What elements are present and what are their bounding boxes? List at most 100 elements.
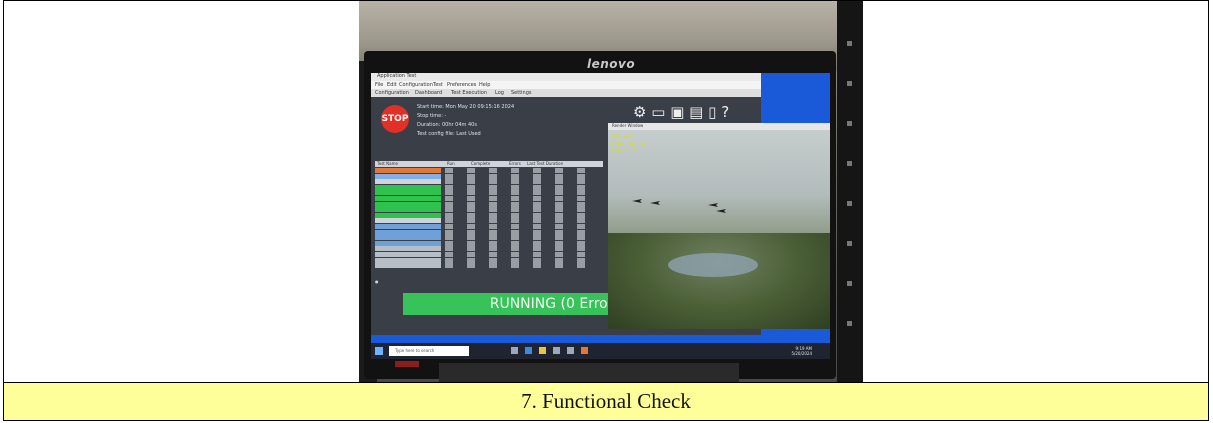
sim-window: Render Window FPS: 60.0 Frame: 16.7 ms O… <box>608 123 830 329</box>
menu-help[interactable]: Help <box>479 82 490 88</box>
rack-right <box>837 1 863 382</box>
row-values <box>445 207 595 213</box>
monitor-icon[interactable]: ▭ <box>651 103 665 121</box>
row-values <box>445 195 595 201</box>
row-values <box>445 212 595 218</box>
tab-settings[interactable]: Settings <box>511 90 532 96</box>
row-name-cell <box>375 240 441 246</box>
table-row[interactable] <box>375 263 603 269</box>
row-values <box>445 251 595 257</box>
store-icon[interactable] <box>553 347 560 354</box>
tab-test-execution[interactable]: Test Execution <box>451 90 487 96</box>
row-name-cell <box>375 179 441 185</box>
clipboard-icon[interactable]: ▯ <box>708 103 716 121</box>
app-tabbar: Configuration Dashboard Test Execution L… <box>371 89 761 97</box>
row-name-cell <box>375 190 441 196</box>
task-view-icon[interactable] <box>511 347 518 354</box>
test-grid-header: Test Name Run Complete Errors Last Test … <box>375 161 603 167</box>
sim-overlay-line: Objects: 12 <box>612 148 639 153</box>
aircraft-icon <box>716 209 726 213</box>
help-icon[interactable]: ? <box>721 103 729 121</box>
photo-cell: lenovo Application Test File Edit Config… <box>4 1 1208 383</box>
document-table: lenovo Application Test File Edit Config… <box>3 0 1209 421</box>
row-name-cell <box>375 212 441 218</box>
sim-overlay: FPS: 60.0 Frame: 16.7 ms Objects: 12 <box>612 133 646 154</box>
app-menubar: File Edit Configuration Test Preferences… <box>371 81 761 89</box>
row-name-cell <box>375 223 441 229</box>
aircraft-icon <box>708 203 718 207</box>
settings-icon[interactable]: ⚙ <box>633 103 646 121</box>
test-grid <box>375 168 603 269</box>
clock-date: 5/20/2024 <box>791 351 812 356</box>
row-name-cell <box>375 251 441 257</box>
col-last-duration: Last Test Duration <box>527 161 564 166</box>
row-values <box>445 190 595 196</box>
aircraft-icon <box>632 199 642 203</box>
start-time: Start time: Mon May 20 09:15:16 2024 <box>417 104 515 110</box>
col-errors: Errors <box>509 161 521 166</box>
monitor-base <box>439 363 739 382</box>
row-values <box>445 246 595 252</box>
caption-cell: 7. Functional Check <box>4 383 1208 420</box>
print-icon[interactable]: ▤ <box>689 103 703 121</box>
edge-icon[interactable] <box>525 347 532 354</box>
row-name-cell <box>375 263 441 269</box>
row-name-cell <box>375 195 441 201</box>
row-values <box>445 257 595 263</box>
row-name-cell <box>375 246 441 252</box>
row-values <box>445 263 595 269</box>
row-name-cell <box>375 218 441 224</box>
aircraft-icon <box>650 201 660 205</box>
row-values <box>445 235 595 241</box>
lake <box>668 253 758 277</box>
test-config-file: Test config file: Last Used <box>417 131 481 137</box>
terrain <box>608 233 830 329</box>
monitor-screen: Application Test File Edit Configuration… <box>371 73 830 359</box>
grid-status-icon: ● <box>375 279 379 284</box>
menu-test[interactable]: Test <box>433 82 443 88</box>
red-indicator <box>395 361 419 367</box>
sim-titlebar: Render Window <box>608 123 830 130</box>
app-title: Application Test <box>377 73 417 79</box>
col-test-name: Test Name <box>377 161 398 166</box>
tab-log[interactable]: Log <box>495 90 504 96</box>
row-name-cell <box>375 184 441 190</box>
tab-configuration[interactable]: Configuration <box>375 90 409 96</box>
app-taskbar-icon[interactable] <box>581 347 588 354</box>
mail-icon[interactable] <box>567 347 574 354</box>
row-name-cell <box>375 257 441 263</box>
duration: Duration: 00hr 04m 40s <box>417 122 477 128</box>
row-values <box>445 240 595 246</box>
row-values <box>445 201 595 207</box>
row-values <box>445 173 595 179</box>
sim-title: Render Window <box>612 123 644 128</box>
row-name-cell <box>375 207 441 213</box>
file-explorer-icon[interactable] <box>539 347 546 354</box>
col-complete: Complete <box>471 161 491 166</box>
app-titlebar: Application Test <box>371 73 761 81</box>
row-name-cell <box>375 168 441 173</box>
sim-overlay-line: FPS: 60.0 <box>612 134 634 139</box>
windows-start-icon[interactable] <box>375 347 383 355</box>
stop-button[interactable]: STOP <box>381 105 409 133</box>
menu-preferences[interactable]: Preferences <box>447 82 476 88</box>
taskbar-search[interactable]: Type here to search <box>389 346 469 356</box>
taskbar-clock: 9:19 AM 5/20/2024 <box>791 346 812 356</box>
run-info: Start time: Mon May 20 09:15:16 2024 Sto… <box>417 103 514 139</box>
search-placeholder: Type here to search <box>395 348 435 353</box>
row-name-cell <box>375 201 441 207</box>
menu-edit[interactable]: Edit <box>387 82 397 88</box>
save-icon[interactable]: ▣ <box>670 103 684 121</box>
tab-dashboard[interactable]: Dashboard <box>415 90 442 96</box>
row-values <box>445 168 595 173</box>
sim-overlay-line: Frame: 16.7 ms <box>612 141 646 146</box>
row-name-cell <box>375 173 441 179</box>
row-name-cell <box>375 229 441 235</box>
row-values <box>445 223 595 229</box>
row-values <box>445 179 595 185</box>
monitor-photo: lenovo Application Test File Edit Config… <box>359 1 863 382</box>
row-values <box>445 229 595 235</box>
taskbar: Type here to search 9:19 AM 5/20/2024 <box>371 343 830 359</box>
menu-file[interactable]: File <box>375 82 383 88</box>
menu-configuration[interactable]: Configuration <box>399 82 433 88</box>
